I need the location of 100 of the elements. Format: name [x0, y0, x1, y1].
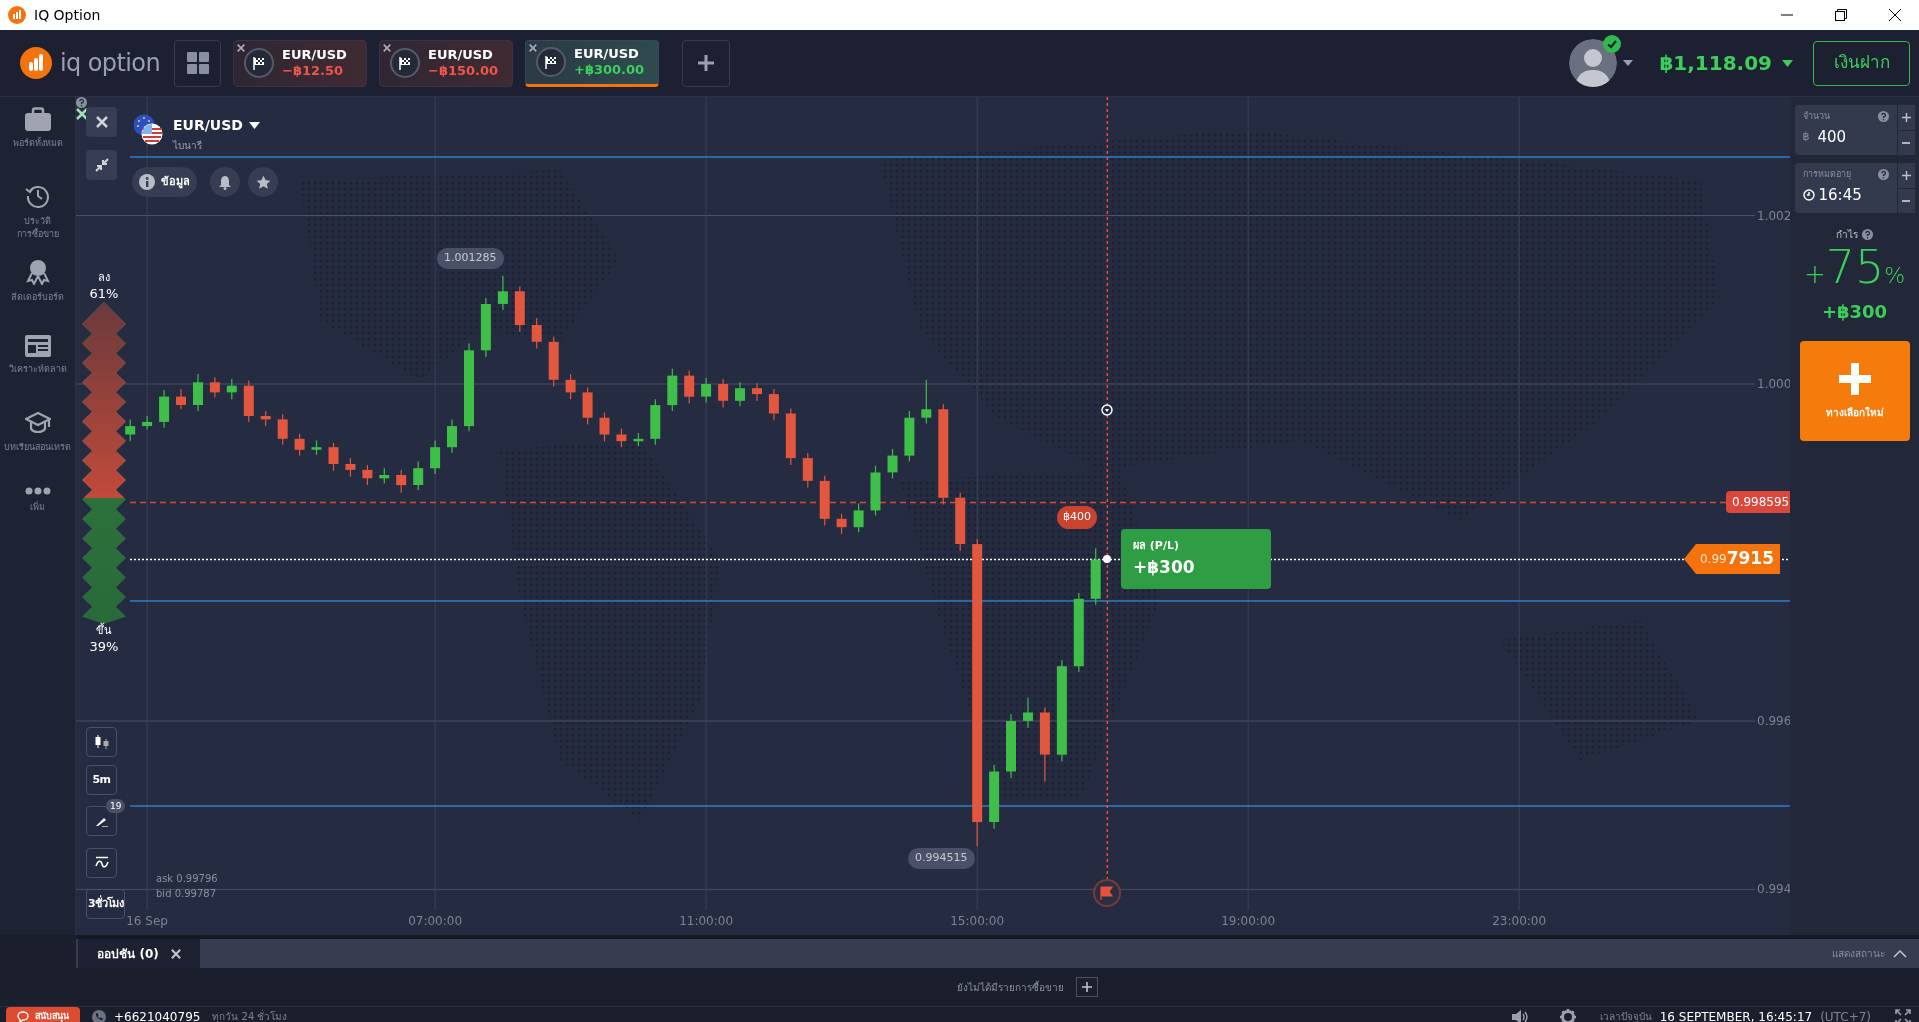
asset-pair: EUR/USD — [428, 46, 494, 63]
support-button[interactable]: สนับสนุน — [6, 1006, 80, 1022]
sidebar-item-label[interactable]: บทเรียนสอนเทรด — [4, 441, 71, 454]
speaker-icon[interactable] — [1511, 1009, 1530, 1022]
logo-text: iq option — [60, 48, 161, 79]
add-trade-button[interactable] — [1076, 977, 1098, 997]
profit-loss-value: +฿300 — [1133, 555, 1196, 579]
asset-tab[interactable]: EUR/USD −฿150.00 — [379, 39, 513, 87]
positions-tab[interactable]: ออปชัน (0) — [78, 939, 200, 968]
low-price-label: 0.994515 — [908, 848, 975, 869]
minus-icon — [1902, 199, 1910, 202]
expiry-flag-icon[interactable] — [1093, 879, 1121, 907]
avatar-icon[interactable] — [1569, 39, 1618, 87]
graduation-cap-icon[interactable] — [24, 411, 51, 435]
candle — [413, 460, 424, 491]
decrease-button[interactable] — [1897, 188, 1915, 213]
investment-marker: ฿400 — [1057, 506, 1097, 529]
collapse-button[interactable] — [86, 150, 117, 180]
time-axis-label: 19:00:00 — [1220, 913, 1277, 930]
candle — [1006, 713, 1016, 779]
currency-flags-icon — [133, 114, 163, 145]
info-button[interactable]: ข้อมูล — [132, 167, 197, 197]
price-axis-label: 0.994 — [1757, 881, 1790, 898]
close-chart-button[interactable] — [86, 107, 117, 137]
medal-icon[interactable] — [25, 259, 50, 285]
clock-icon — [1802, 188, 1815, 201]
deposit-button[interactable]: เงินฝาก — [1813, 40, 1910, 86]
show-status-button[interactable]: แสดงสถานะ — [1832, 939, 1919, 968]
candle — [752, 382, 762, 402]
more-icon[interactable] — [24, 487, 51, 495]
close-icon[interactable] — [383, 43, 391, 52]
briefcase-icon[interactable] — [24, 107, 51, 131]
candle — [565, 373, 576, 400]
sidebar-item-label[interactable]: พอร์ตทั้งหมด — [12, 137, 63, 150]
info-icon — [139, 174, 155, 190]
chart-tool-button[interactable] — [86, 727, 117, 757]
candle — [853, 503, 864, 533]
caret-icon[interactable] — [1782, 59, 1793, 67]
phone-number[interactable]: +6621040795 — [114, 1007, 201, 1022]
profit-percent: +75% — [1803, 244, 1906, 294]
time-axis-label: 15:00:00 — [949, 913, 1006, 930]
favorite-star-button[interactable] — [248, 167, 278, 197]
decrease-button[interactable] — [1897, 130, 1915, 155]
close-icon[interactable] — [1889, 9, 1901, 21]
help-icon[interactable] — [1877, 111, 1889, 123]
caret-icon[interactable] — [248, 122, 260, 129]
support-hours: ทุกวัน 24 ชั่วโมง — [212, 1009, 288, 1022]
time-axis-label: 23:00:00 — [1491, 913, 1548, 930]
close-icon[interactable] — [237, 43, 245, 52]
help-icon[interactable] — [1877, 169, 1889, 181]
sidebar-item-label[interactable]: ประวัติ การซื้อขาย — [16, 215, 59, 241]
newspaper-icon[interactable] — [24, 335, 51, 357]
alert-bell-button[interactable] — [210, 167, 240, 197]
asset-tab[interactable]: EUR/USD −฿12.50 — [233, 39, 367, 87]
history-icon[interactable] — [24, 183, 51, 209]
fullscreen-icon[interactable] — [1895, 1008, 1911, 1022]
candle — [209, 376, 220, 399]
chart-tool-button[interactable] — [86, 848, 117, 878]
candle — [548, 336, 559, 388]
help-icon[interactable] — [1862, 229, 1873, 240]
expiry-field[interactable]: การหมดอายุ 16:45 — [1794, 163, 1897, 213]
settings-icon[interactable] — [1559, 1008, 1576, 1022]
help-icon[interactable] — [76, 97, 87, 108]
account-balance[interactable]: ฿1,118.09 — [1659, 48, 1772, 78]
empty-trades-message: ยังไม่ได้มีรายการซื้อขาย — [957, 979, 1064, 995]
plus-icon — [1838, 362, 1871, 395]
candle — [430, 439, 441, 475]
candle — [447, 418, 457, 454]
positions-tab-label[interactable]: ออปชัน (0) — [97, 944, 159, 963]
wave-icon — [93, 856, 110, 870]
grid-view-button[interactable] — [174, 39, 221, 87]
app-logo-icon — [8, 6, 26, 24]
window-title: IQ Option — [34, 5, 101, 25]
candle — [633, 432, 644, 447]
candle — [955, 492, 966, 552]
profit-label: กำไร — [1836, 228, 1858, 242]
candle — [514, 285, 525, 333]
caret-icon[interactable] — [1623, 60, 1634, 66]
increase-button[interactable] — [1897, 163, 1915, 188]
increase-button[interactable] — [1897, 105, 1915, 130]
candle — [802, 452, 813, 489]
sidebar-item-label[interactable]: ลีดเดอร์บอร์ด — [11, 291, 64, 304]
candle — [379, 467, 390, 484]
asset-tab[interactable]: EUR/USD +฿300.00 — [525, 39, 659, 87]
candle — [311, 439, 322, 456]
chart-tool-button[interactable]: 3ชั่วโมง — [86, 889, 126, 919]
restore-icon[interactable] — [1835, 9, 1847, 21]
chat-bubble-icon — [17, 1010, 31, 1022]
pencil-icon — [94, 815, 109, 827]
asset-name[interactable]: EUR/USD — [173, 115, 243, 136]
candle — [159, 389, 170, 429]
add-tab-button[interactable] — [682, 39, 730, 87]
chart-tool-button[interactable]: 5m — [86, 765, 117, 795]
plus-icon — [1082, 982, 1092, 992]
sidebar-item-label[interactable]: วิเคราะห์ตลาด — [8, 363, 67, 376]
sidebar-item-label[interactable]: เพิ่ม — [30, 501, 45, 514]
collapse-arrows-icon — [94, 158, 109, 172]
amount-field[interactable]: จำนวน ฿ 400 — [1794, 105, 1897, 155]
candle — [176, 388, 186, 410]
bell-icon — [218, 174, 232, 190]
